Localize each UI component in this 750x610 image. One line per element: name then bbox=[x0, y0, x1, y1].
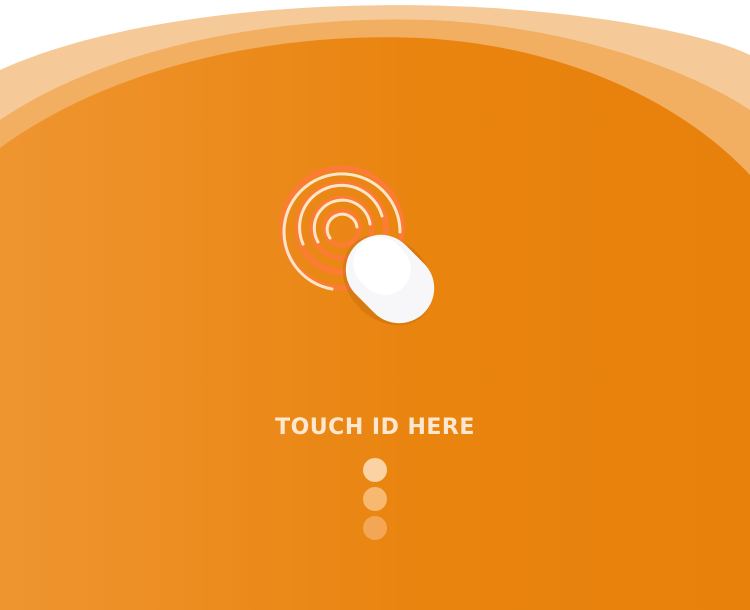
touch-id-graphic[interactable] bbox=[270, 160, 460, 350]
progress-dot bbox=[363, 458, 387, 482]
progress-dot bbox=[363, 516, 387, 540]
progress-dots bbox=[363, 458, 387, 545]
touch-id-screen: TOUCH ID HERE bbox=[0, 0, 750, 610]
touch-id-label: TOUCH ID HERE bbox=[275, 415, 475, 440]
progress-dot bbox=[363, 487, 387, 511]
